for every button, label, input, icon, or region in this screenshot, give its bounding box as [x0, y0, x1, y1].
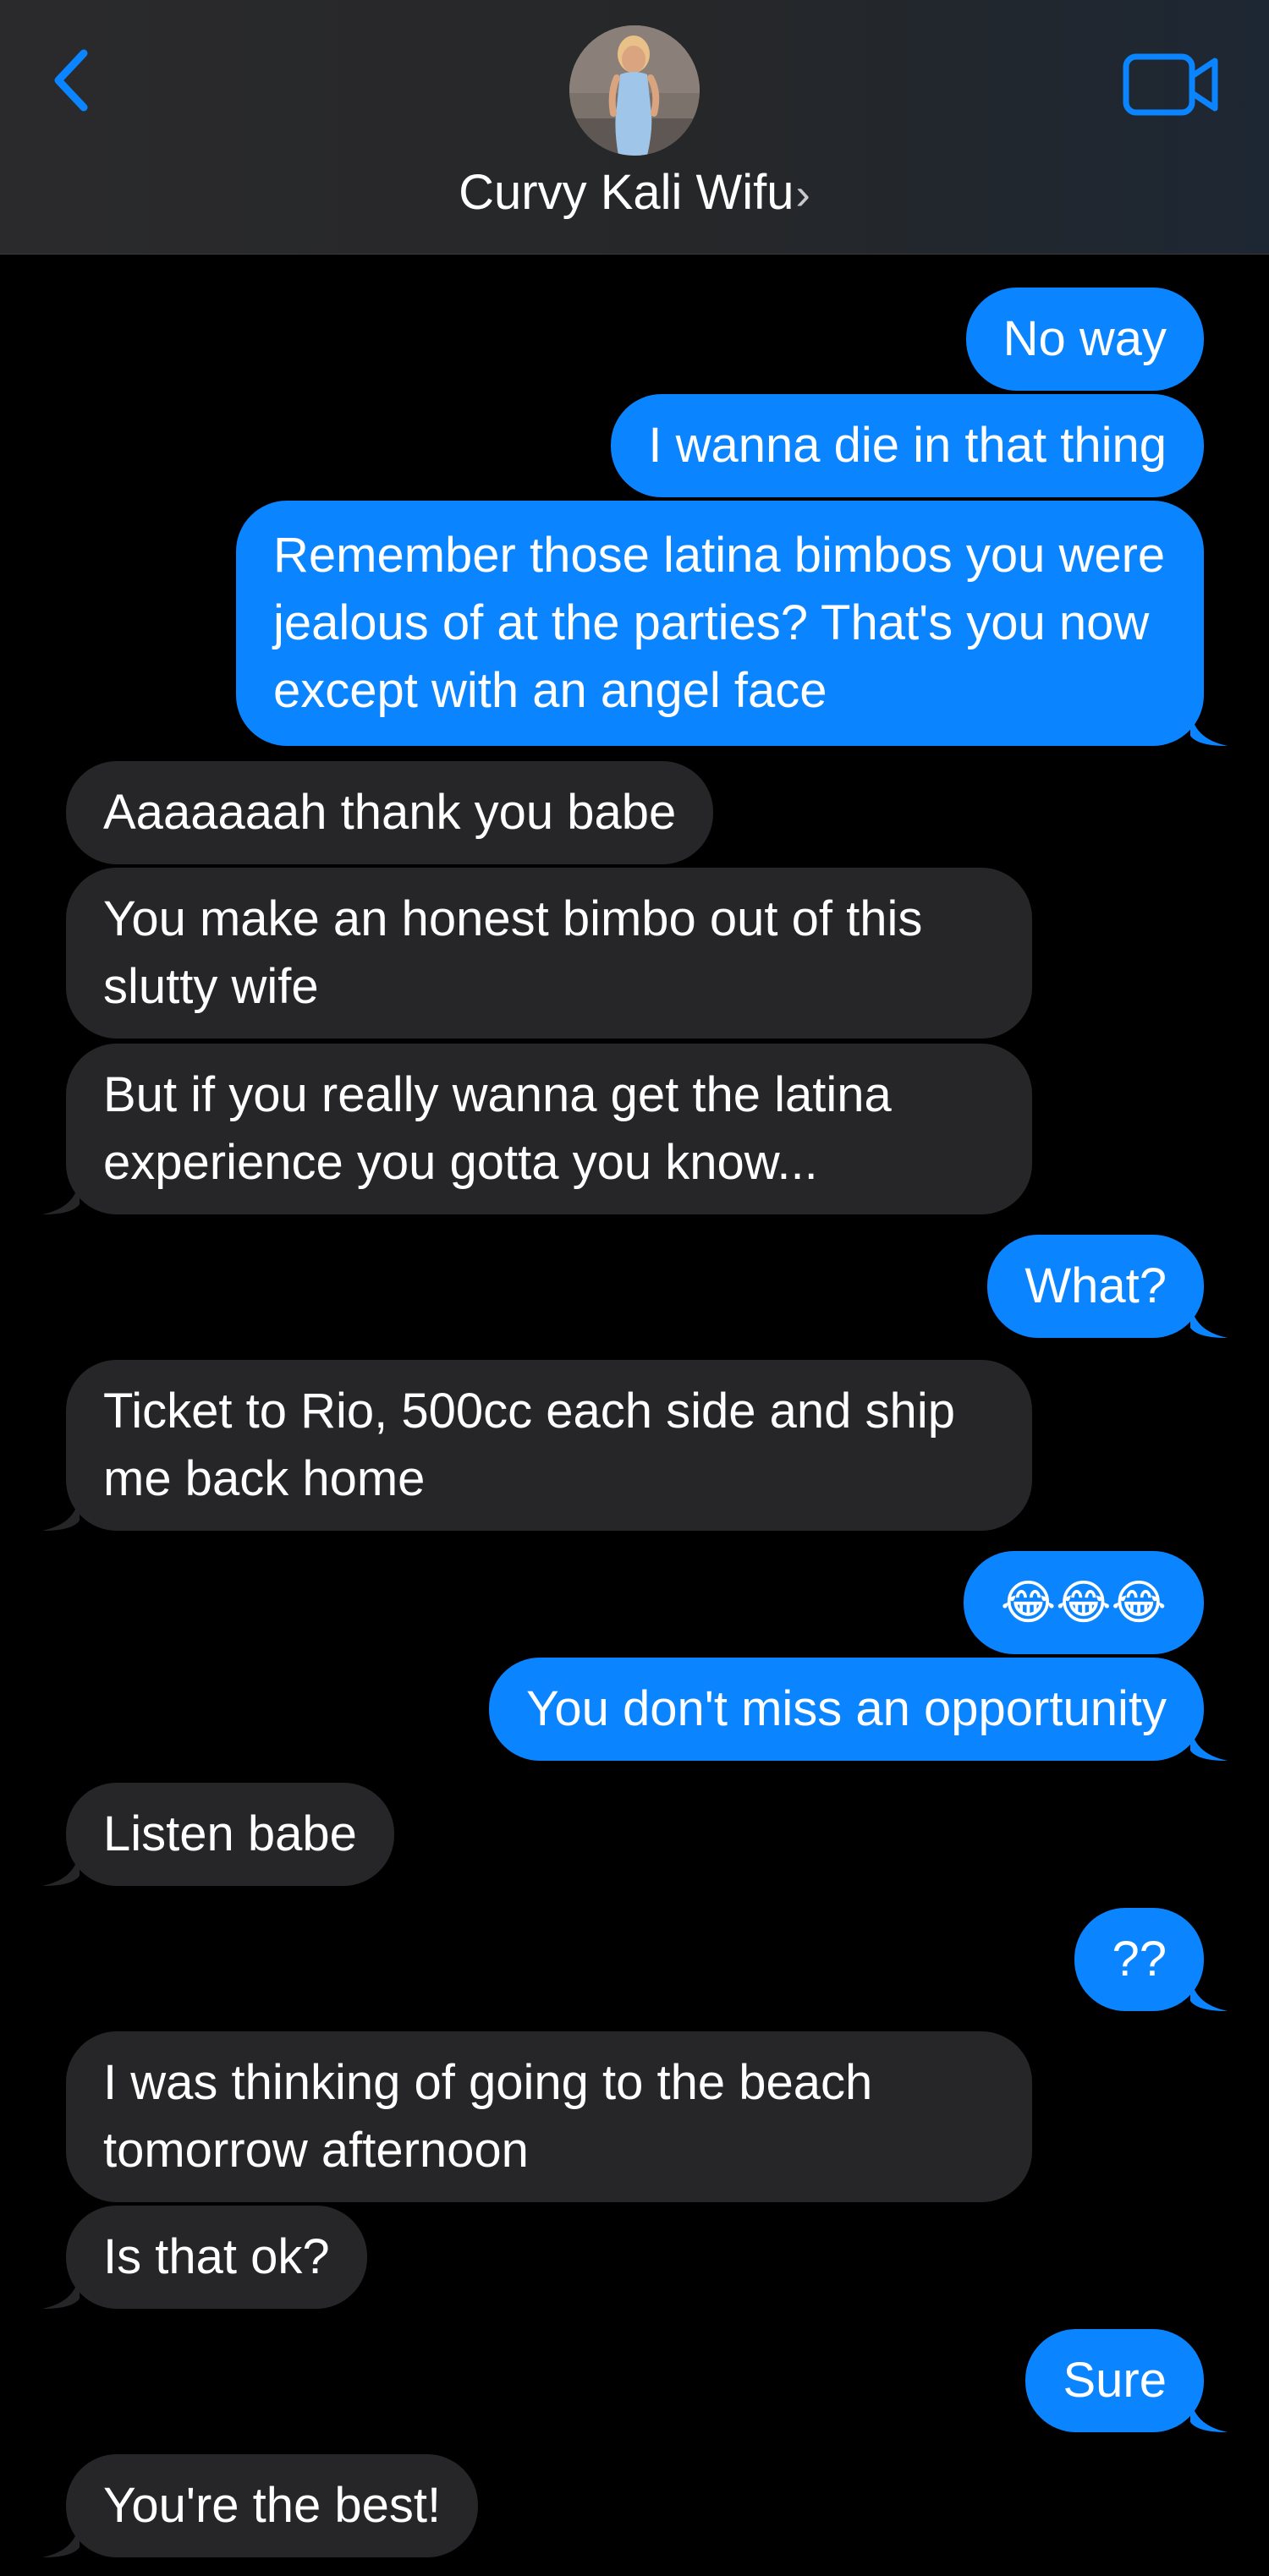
video-call-button[interactable] [1122, 52, 1220, 117]
message-text: I wanna die in that thing [648, 418, 1167, 473]
message-text: Remember those latina bimbos you were je… [273, 528, 1166, 718]
outgoing-message[interactable]: No way [965, 288, 1204, 391]
message-text: You're the best! [103, 2478, 442, 2533]
message-thread: No way I wanna die in that thing Remembe… [0, 0, 1269, 2576]
message-text: Sure [1063, 2353, 1167, 2408]
bubble-tail [1190, 1724, 1228, 1761]
back-button[interactable] [41, 42, 100, 118]
incoming-message[interactable]: Aaaaaaah thank you babe [66, 761, 714, 864]
message-text: You don't miss an opportunity [526, 1681, 1167, 1736]
message-text: Is that ok? [103, 2229, 330, 2284]
bubble-tail [42, 2520, 80, 2557]
video-camera-icon [1123, 53, 1218, 116]
message-text: I was thinking of going to the beach tom… [103, 2055, 873, 2178]
chevron-left-icon [54, 49, 88, 112]
incoming-message[interactable]: You're the best! [42, 2454, 479, 2557]
message-text: 😂😂😂 [1000, 1576, 1167, 1629]
message-text: Aaaaaaah thank you babe [103, 785, 677, 840]
bubble-tail [1190, 2395, 1228, 2432]
incoming-message[interactable]: Is that ok? [42, 2206, 367, 2309]
incoming-message[interactable]: I was thinking of going to the beach tom… [66, 2031, 1032, 2202]
incoming-message[interactable]: Listen babe [42, 1783, 394, 1886]
outgoing-message[interactable]: You don't miss an opportunity [489, 1658, 1228, 1761]
incoming-message[interactable]: Ticket to Rio, 500cc each side and ship … [42, 1360, 1032, 1531]
message-text: You make an honest bimbo out of this slu… [103, 891, 923, 1014]
message-text: But if you really wanna get the latina e… [103, 1067, 892, 1190]
message-text: No way [1003, 311, 1167, 366]
bubble-tail [1190, 1301, 1228, 1338]
message-text: ?? [1112, 1932, 1167, 1987]
contact-avatar[interactable] [569, 25, 700, 156]
outgoing-message[interactable]: Remember those latina bimbos you were je… [236, 501, 1228, 746]
message-text: What? [1025, 1258, 1167, 1313]
bubble-tail [1190, 1974, 1228, 2011]
message-text: Ticket to Rio, 500cc each side and ship … [103, 1384, 955, 1506]
bubble-tail [1190, 709, 1228, 746]
outgoing-message[interactable]: ?? [1074, 1908, 1228, 2011]
contact-name-button[interactable]: Curvy Kali Wifu› [0, 166, 1269, 222]
conversation-header: Curvy Kali Wifu› [0, 0, 1269, 255]
outgoing-message[interactable]: What? [987, 1235, 1228, 1338]
contact-name: Curvy Kali Wifu [459, 165, 794, 220]
bubble-tail [42, 1494, 80, 1531]
bubble-tail [42, 1849, 80, 1886]
avatar-photo [569, 25, 700, 156]
outgoing-message[interactable]: I wanna die in that thing [611, 394, 1204, 497]
chevron-right-icon: › [795, 170, 810, 219]
message-text: Listen babe [103, 1806, 357, 1861]
outgoing-message[interactable]: Sure [1025, 2329, 1228, 2432]
bubble-tail [42, 2272, 80, 2309]
outgoing-message[interactable]: 😂😂😂 [963, 1551, 1204, 1654]
bubble-tail [42, 1177, 80, 1214]
incoming-message[interactable]: You make an honest bimbo out of this slu… [66, 868, 1032, 1039]
incoming-message[interactable]: But if you really wanna get the latina e… [42, 1044, 1032, 1214]
